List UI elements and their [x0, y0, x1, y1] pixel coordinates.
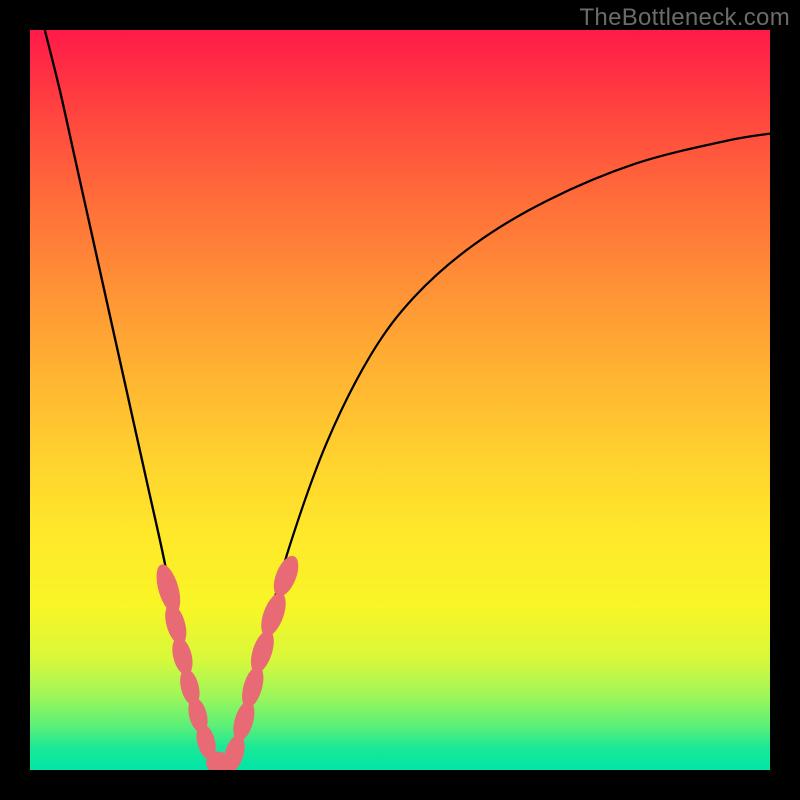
frame: TheBottleneck.com — [0, 0, 800, 800]
chart-svg — [30, 30, 770, 770]
watermark-text: TheBottleneck.com — [579, 4, 790, 32]
data-marker — [238, 664, 268, 710]
data-marker — [169, 635, 196, 677]
plot-area — [30, 30, 770, 770]
curve-group — [45, 30, 770, 770]
curve-right — [230, 134, 770, 770]
data-marker — [246, 628, 278, 676]
data-marker — [229, 699, 258, 744]
marker-group — [152, 552, 303, 770]
data-marker — [269, 552, 304, 599]
data-marker — [256, 590, 290, 640]
